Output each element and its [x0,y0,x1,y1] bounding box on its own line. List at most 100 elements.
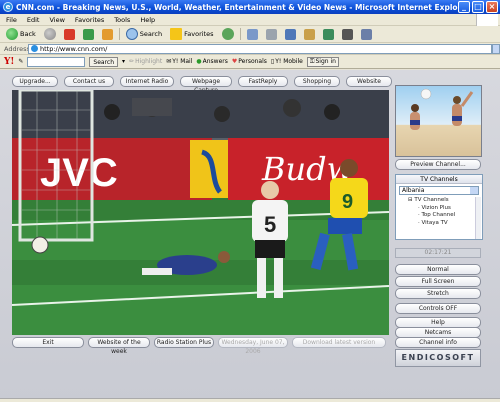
webpage-capture-button[interactable]: Webpage Capture [180,76,232,94]
close-button[interactable]: × [486,1,498,13]
personals-button[interactable]: ♥ Personals [232,58,267,65]
heart-icon: ♥ [231,58,238,65]
player-left-number: 5 [264,212,276,237]
forward-arrow-icon [43,28,56,40]
research-button[interactable] [359,27,374,41]
refresh-icon [82,28,94,40]
answers-label: Answers [202,58,228,65]
maximize-button[interactable]: □ [472,1,484,13]
history-button[interactable] [220,27,236,41]
download-latest-version-button[interactable]: Download latest version [292,337,386,348]
toolbar-separator [239,28,241,40]
search-icon [125,28,138,40]
menu-tools[interactable]: Tools [114,16,130,24]
video-frame: JVC Budw 5 9 [12,90,389,335]
highlight-label: Highlight [135,58,163,65]
edit-button[interactable] [283,27,298,41]
menu-favorites[interactable]: Favorites [75,16,104,24]
yahoo-search-button[interactable]: Search [89,56,119,67]
phone-icon: ▯ [270,58,275,65]
jvc-ad-text: JVC [40,151,118,195]
normal-button[interactable]: Normal [395,264,481,275]
tree-root[interactable]: ⊟ TV Channels [408,197,482,205]
yahoo-search-input[interactable] [27,56,86,67]
forward-button[interactable] [42,27,58,41]
stop-icon [63,28,75,40]
media-button[interactable] [340,27,355,41]
stop-button[interactable] [62,27,77,41]
highlight-button[interactable]: ✏ Highlight [129,58,162,65]
exit-button[interactable]: Exit [12,337,84,348]
home-button[interactable] [100,27,115,41]
signin-button[interactable]: ⚿ Sign in [306,56,339,67]
status-bar [0,398,500,402]
address-label: Address [4,44,30,53]
menu-edit[interactable]: Edit [27,16,40,24]
top-button-row: Upgrade... Contact us Internet Radio Web… [12,76,392,94]
ymobile-button[interactable]: ▯ Y! Mobile [271,58,303,65]
favorites-button[interactable]: Favorites [168,27,215,41]
ymail-button[interactable]: ✉ Y! Mail [166,58,192,65]
full-screen-button[interactable]: Full Screen [395,276,481,287]
contact-us-button[interactable]: Contact us [64,76,114,87]
refresh-button[interactable] [81,27,96,41]
answers-button[interactable]: ● Answers [196,58,227,65]
clock-display: 02:17:21 [395,248,481,258]
windows-logo-icon [476,14,498,26]
back-arrow-icon [6,28,18,40]
toolbar-separator [118,28,120,40]
shopping-button[interactable]: Shopping [294,76,340,87]
tv-player-app: Upgrade... Contact us Internet Radio Web… [0,70,500,402]
minimize-button[interactable]: _ [458,1,470,13]
website-button[interactable]: Website [346,76,392,87]
window-title-bar[interactable]: e CNN.com - Breaking News, U.S., World, … [0,0,500,14]
mail-button[interactable] [245,27,260,41]
tree-scrollbar[interactable] [475,197,481,239]
channel-preview-thumbnail[interactable] [395,85,482,157]
discuss-button[interactable] [302,27,317,41]
channel-info-button[interactable]: Channel info [395,337,481,348]
edit-icon [284,28,296,40]
signin-label: Sign in [315,58,336,65]
channel-item[interactable]: · Vizion Plus [408,205,482,213]
internet-radio-button[interactable]: Internet Radio [120,76,174,87]
channel-item[interactable]: · Top Channel [408,212,482,220]
upgrade-button[interactable]: Upgrade... [12,76,58,87]
website-of-the-week-button[interactable]: Website of the week [88,337,150,355]
menu-help[interactable]: Help [140,16,155,24]
endicosoft-logo: ENDICOSOFT [395,349,481,367]
tv-channels-header: TV Channels [396,175,482,184]
menu-file[interactable]: File [6,16,17,24]
search-button[interactable]: Search [124,27,164,41]
home-icon [101,28,113,40]
video-display[interactable]: JVC Budw 5 9 [12,90,389,335]
search-options-icon[interactable]: ▾ [122,58,125,65]
yahoo-logo[interactable]: Y! [4,57,14,67]
stretch-button[interactable]: Stretch [395,288,481,299]
address-bar: Address http://www.cnn.com/ [0,43,500,55]
messenger-button[interactable] [321,27,336,41]
page-icon [31,45,38,52]
favorites-label: Favorites [184,30,214,38]
preview-channel-button[interactable]: Preview Channel... [395,159,481,170]
controls-off-button[interactable]: Controls OFF [395,303,481,314]
pencil-icon[interactable]: ✎ [18,58,23,65]
channel-item[interactable]: · Vitaya TV [408,220,482,228]
address-input[interactable]: http://www.cnn.com/ [28,43,493,54]
ymail-label: Y! Mail [172,58,193,65]
beach-volleyball-image [410,88,474,130]
back-button[interactable]: Back [4,27,38,41]
channel-tree: ⊟ TV Channels · Vizion Plus · Top Channe… [396,197,482,227]
country-select[interactable]: Albania [399,186,479,195]
discuss-icon [303,28,315,40]
address-dropdown[interactable] [492,43,500,54]
radio-station-plus-button[interactable]: Radio Station Plus [154,337,214,348]
menu-view[interactable]: View [49,16,64,24]
messenger-icon [322,28,334,40]
research-icon [360,28,372,40]
back-label: Back [20,30,36,38]
fastreply-button[interactable]: FastReply [238,76,288,87]
bottom-button-row: Exit Website of the week Radio Station P… [12,337,386,355]
print-button[interactable] [264,27,279,41]
window-title: CNN.com - Breaking News, U.S., World, We… [16,2,471,12]
